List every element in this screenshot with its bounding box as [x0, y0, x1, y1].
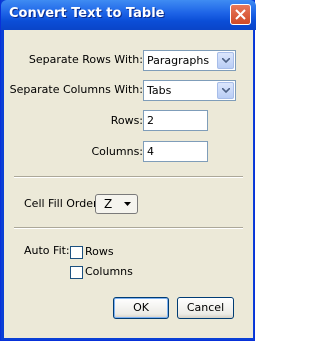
dialog-window: Convert Text to Table Separate Rows With… [0, 0, 256, 341]
separate-columns-label: Separate Columns With: [9, 83, 143, 96]
rows-input[interactable]: 2 [143, 110, 208, 131]
auto-fit-label: Auto Fit: [24, 244, 70, 257]
auto-fit-columns-label[interactable]: Columns [85, 265, 133, 278]
chevron-down-icon [222, 88, 230, 93]
columns-label: Columns: [91, 145, 143, 158]
triangle-down-icon [124, 202, 131, 206]
columns-input[interactable]: 4 [143, 141, 208, 162]
cell-fill-order-dropdown[interactable]: Z [95, 194, 138, 214]
cell-fill-order-label: Cell Fill Order: [24, 197, 102, 210]
title-bar[interactable]: Convert Text to Table [1, 0, 256, 30]
separator [14, 227, 243, 229]
rows-label: Rows: [110, 114, 143, 127]
close-icon [235, 9, 246, 20]
columns-value: 4 [147, 145, 154, 158]
cancel-button[interactable]: Cancel [177, 297, 234, 319]
close-button[interactable] [230, 4, 251, 25]
auto-fit-columns-checkbox[interactable] [70, 266, 83, 279]
rows-value: 2 [147, 114, 154, 127]
dropdown-arrow[interactable] [217, 82, 234, 99]
separate-columns-dropdown[interactable]: Tabs [143, 80, 236, 101]
dialog-title: Convert Text to Table [9, 6, 165, 21]
cell-fill-order-value: Z [104, 197, 113, 211]
separate-rows-dropdown[interactable]: Paragraphs [143, 50, 236, 71]
auto-fit-rows-label[interactable]: Rows [85, 245, 114, 258]
separate-columns-value: Tabs [147, 84, 172, 97]
ok-button[interactable]: OK [113, 297, 169, 319]
separate-rows-value: Paragraphs [147, 54, 210, 67]
dialog-body: Separate Rows With: Paragraphs Separate … [4, 30, 253, 338]
chevron-down-icon [222, 58, 230, 63]
auto-fit-rows-checkbox[interactable] [70, 246, 83, 259]
separator [14, 176, 243, 178]
dropdown-arrow[interactable] [217, 52, 234, 69]
separate-rows-label: Separate Rows With: [28, 53, 143, 66]
